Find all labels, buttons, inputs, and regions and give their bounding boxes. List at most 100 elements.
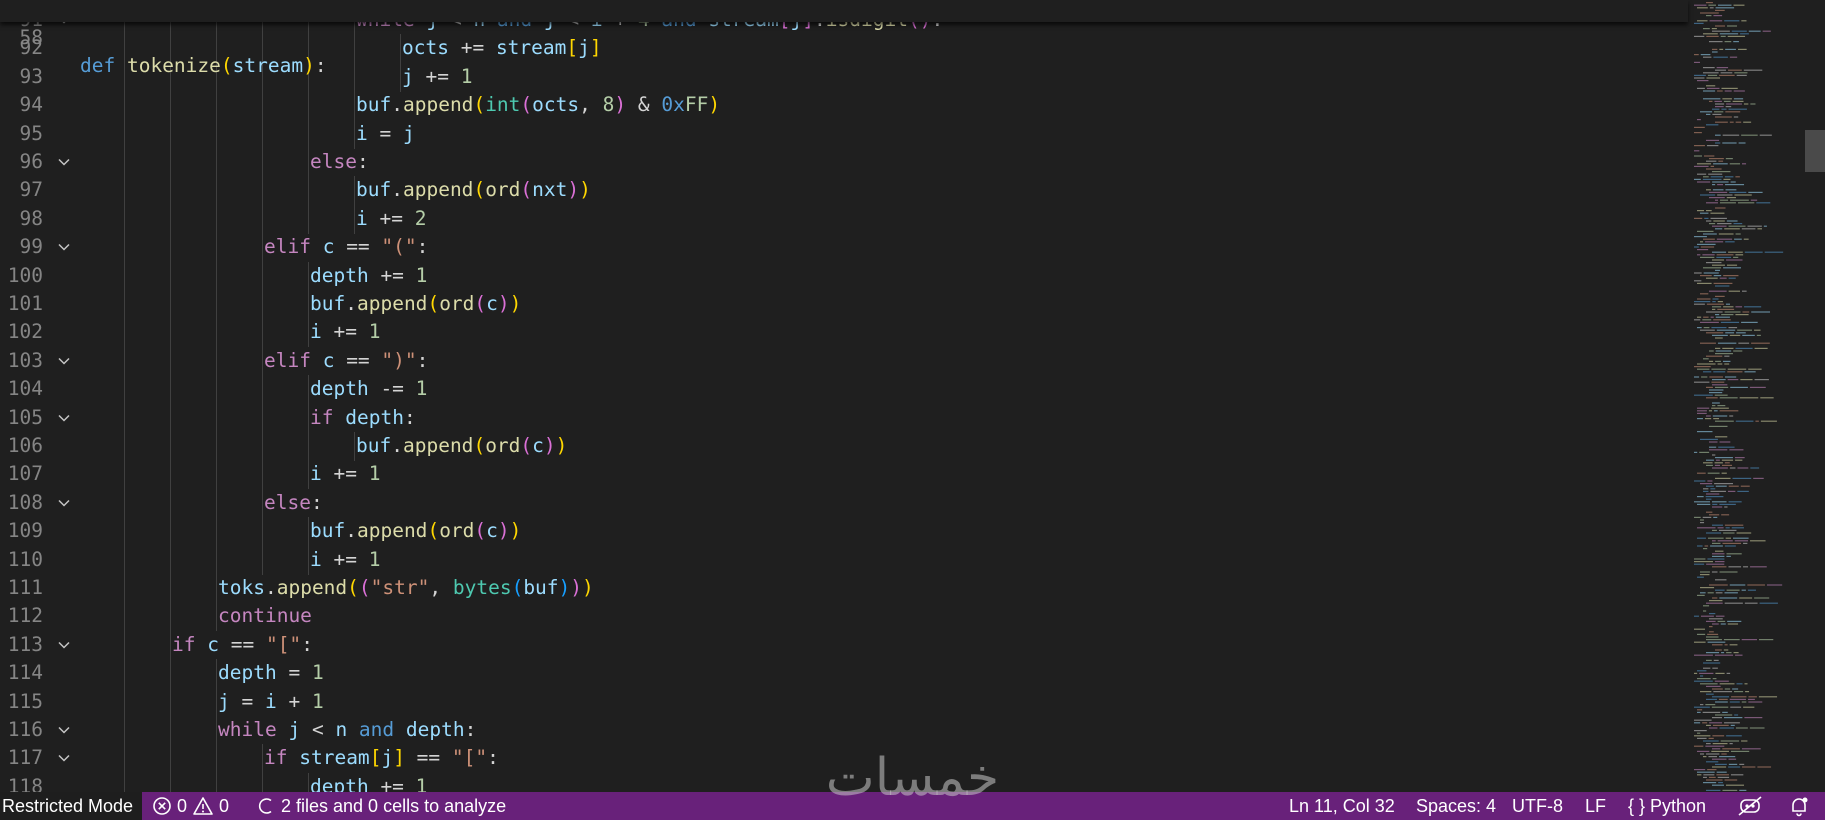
code-token: depth bbox=[310, 263, 369, 287]
minimap-line bbox=[1694, 217, 1703, 219]
fold-chevron-icon[interactable] bbox=[55, 148, 73, 176]
code-line[interactable]: 101 buf.append(ord(c)) bbox=[0, 290, 1688, 319]
minimap-line bbox=[1721, 87, 1738, 89]
editor[interactable]: 91while j < n and j < i + 4 and stream[j… bbox=[0, 0, 1825, 792]
code-line[interactable]: 112 continue bbox=[0, 602, 1688, 632]
minimap-line bbox=[1712, 506, 1723, 508]
code-line[interactable]: 96 else: bbox=[0, 148, 1688, 177]
minimap-line bbox=[1704, 545, 1709, 547]
line-number: 117 bbox=[7, 746, 43, 770]
minimap-line bbox=[1729, 449, 1744, 451]
minimap-line bbox=[1697, 709, 1703, 711]
problems-indicator[interactable]: 0 0 bbox=[152, 792, 229, 820]
code-line[interactable]: 94 buf.append(int(octs, 8) & 0xFF) bbox=[0, 91, 1688, 121]
minimap-line bbox=[1757, 228, 1762, 230]
minimap-line bbox=[1712, 696, 1730, 698]
minimap-line bbox=[1709, 376, 1723, 378]
fold-chevron-icon[interactable] bbox=[55, 631, 73, 659]
minimap-line bbox=[1729, 644, 1738, 646]
scrollbar-thumb[interactable] bbox=[1805, 130, 1825, 172]
code-line[interactable]: 115 j = i + 1 bbox=[0, 687, 1688, 717]
sticky-scroll-header[interactable]: 58 def tokenize(stream): bbox=[0, 0, 1688, 77]
minimap-line bbox=[1727, 69, 1742, 71]
code-area[interactable]: 91while j < n and j < i + 4 and stream[j… bbox=[0, 0, 1825, 792]
minimap-line bbox=[1716, 256, 1732, 258]
code-line[interactable]: 116 while j < n and depth: bbox=[0, 716, 1688, 745]
code-line[interactable]: 97 buf.append(ord(nxt)) bbox=[0, 176, 1688, 206]
fold-chevron-icon[interactable] bbox=[55, 489, 73, 517]
code-line[interactable]: 105 if depth: bbox=[0, 403, 1688, 433]
code-line[interactable]: 114 depth = 1 bbox=[0, 659, 1688, 689]
minimap-line bbox=[1697, 163, 1712, 165]
code-line[interactable]: 100 depth += 1 bbox=[0, 261, 1688, 291]
code-line[interactable]: 109 buf.append(ord(c)) bbox=[0, 517, 1688, 547]
minimap[interactable] bbox=[1688, 0, 1805, 792]
code-token: i bbox=[310, 462, 322, 486]
code-line[interactable]: 102 i += 1 bbox=[0, 318, 1688, 348]
code-line[interactable]: 103 elif c == ")": bbox=[0, 346, 1688, 376]
minimap-line bbox=[1712, 735, 1725, 737]
loading-spinner-icon bbox=[258, 798, 272, 814]
line-number: 116 bbox=[7, 718, 43, 741]
minimap-line bbox=[1729, 334, 1741, 336]
code-line[interactable]: 104 depth -= 1 bbox=[0, 375, 1688, 405]
minimap-line bbox=[1715, 314, 1720, 316]
code-line[interactable]: 95 i = j bbox=[0, 119, 1688, 149]
code-line[interactable]: 107 i += 1 bbox=[0, 460, 1688, 490]
code-token: . bbox=[391, 434, 403, 457]
line-number: 96 bbox=[19, 150, 43, 173]
minimap-line bbox=[1744, 602, 1758, 604]
code-line[interactable]: 108 else: bbox=[0, 488, 1688, 518]
fold-chevron-icon[interactable] bbox=[55, 404, 73, 432]
sticky-line[interactable]: 58 def tokenize(stream): bbox=[0, 0, 327, 77]
analysis-status[interactable]: 2 files and 0 cells to analyze bbox=[258, 792, 506, 820]
code-line[interactable]: 113 if c == "[": bbox=[0, 630, 1688, 660]
restricted-mode-indicator[interactable]: Restricted Mode bbox=[0, 792, 142, 820]
language-mode[interactable]: { } Python bbox=[1628, 792, 1706, 820]
minimap-line bbox=[1711, 327, 1727, 329]
fold-chevron-icon[interactable] bbox=[55, 233, 73, 261]
copilot-status[interactable] bbox=[1737, 792, 1763, 820]
code-line[interactable]: 111 toks.append(("str", bytes(buf))) bbox=[0, 574, 1688, 603]
minimap-line bbox=[1707, 480, 1713, 482]
indentation-setting[interactable]: Spaces: 4 bbox=[1416, 792, 1496, 820]
code-line[interactable]: 99 elif c == "(": bbox=[0, 233, 1688, 263]
minimap-line bbox=[1721, 753, 1727, 755]
minimap-line bbox=[1719, 33, 1739, 35]
minimap-line bbox=[1700, 574, 1710, 576]
fold-chevron-icon[interactable] bbox=[55, 347, 73, 375]
vertical-scrollbar[interactable] bbox=[1805, 0, 1825, 792]
indent-guide bbox=[216, 91, 217, 121]
code-token: buf bbox=[310, 292, 346, 315]
minimap-line bbox=[1706, 532, 1722, 534]
notifications[interactable] bbox=[1788, 792, 1810, 820]
minimap-line bbox=[1712, 306, 1722, 308]
code-text: else: bbox=[310, 148, 369, 176]
cursor-position[interactable]: Ln 11, Col 32 bbox=[1289, 792, 1395, 820]
minimap-line bbox=[1762, 30, 1771, 32]
minimap-line bbox=[1723, 178, 1731, 180]
minimap-line bbox=[1728, 225, 1746, 227]
minimap-line bbox=[1741, 20, 1747, 22]
minimap-line bbox=[1714, 561, 1725, 563]
code-line[interactable]: 110 i += 1 bbox=[0, 545, 1688, 575]
indent-guide bbox=[262, 772, 263, 792]
code-line[interactable]: 106 buf.append(ord(c)) bbox=[0, 432, 1688, 461]
code-line[interactable]: 98 i += 2 bbox=[0, 204, 1688, 234]
code-token: ( bbox=[474, 519, 487, 543]
indent-guide bbox=[354, 176, 355, 206]
minimap-line bbox=[1697, 594, 1705, 596]
code-token: : bbox=[314, 54, 327, 77]
minimap-line bbox=[1733, 41, 1739, 43]
minimap-line bbox=[1706, 761, 1719, 763]
fold-chevron-icon[interactable] bbox=[55, 716, 73, 744]
indent-guide bbox=[170, 176, 171, 206]
eol-setting[interactable]: LF bbox=[1585, 792, 1606, 820]
fold-chevron-icon[interactable] bbox=[55, 744, 73, 772]
minimap-line bbox=[1753, 477, 1764, 479]
minimap-line bbox=[1712, 688, 1723, 690]
minimap-line bbox=[1706, 493, 1720, 495]
encoding-setting[interactable]: UTF-8 bbox=[1512, 792, 1563, 820]
minimap-line bbox=[1715, 285, 1730, 287]
minimap-line bbox=[1709, 392, 1723, 394]
